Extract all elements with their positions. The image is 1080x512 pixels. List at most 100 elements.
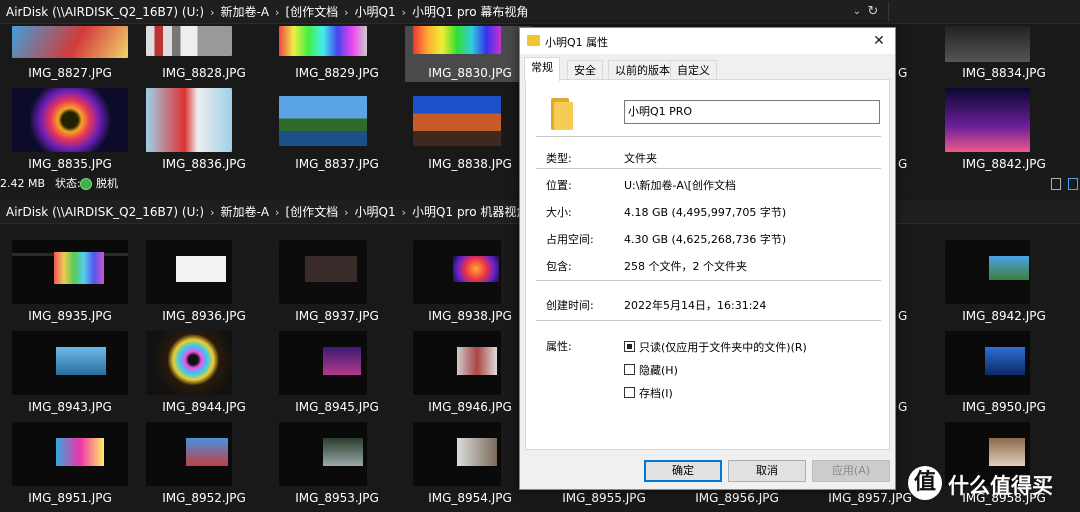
file-name[interactable]: IMG_8943.JPG bbox=[3, 400, 137, 414]
archive-checkbox[interactable] bbox=[624, 387, 635, 398]
file-name[interactable]: IMG_8842.JPG bbox=[937, 157, 1071, 171]
thumbnail[interactable] bbox=[945, 26, 1030, 62]
file-name[interactable]: IMG_8954.JPG bbox=[403, 491, 537, 505]
file-name[interactable]: IMG_8944.JPG bbox=[137, 400, 271, 414]
cancel-button[interactable]: 取消 bbox=[728, 460, 806, 482]
file-name[interactable]: IMG_8938.JPG bbox=[403, 309, 537, 323]
apply-button[interactable]: 应用(A) bbox=[812, 460, 890, 482]
thumbnail[interactable] bbox=[413, 422, 501, 486]
thumbnail[interactable] bbox=[945, 240, 1030, 304]
refresh-icon[interactable]: ↻ bbox=[862, 0, 884, 23]
thumbnail[interactable] bbox=[12, 88, 128, 152]
file-name[interactable]: IMG_8946.JPG bbox=[403, 400, 537, 414]
tab-previous-versions[interactable]: 以前的版本 bbox=[608, 60, 677, 80]
thumbnail[interactable] bbox=[279, 331, 367, 395]
dialog-title-bar[interactable]: 小明Q1 属性 ✕ bbox=[520, 28, 895, 54]
tab-customize[interactable]: 自定义 bbox=[670, 60, 717, 80]
file-name[interactable]: IMG_8953.JPG bbox=[270, 491, 404, 505]
thumbnail[interactable] bbox=[413, 331, 501, 395]
breadcrumb: AirDisk (\\AIRDISK_Q2_16B7) (U:) › 新加卷-A › [… bbox=[6, 0, 528, 23]
file-name[interactable]: IMG_8937.JPG bbox=[270, 309, 404, 323]
file-name-partial: G bbox=[898, 157, 908, 171]
thumbnail[interactable] bbox=[945, 88, 1030, 152]
thumbnail[interactable] bbox=[146, 422, 232, 486]
thumbnail[interactable] bbox=[12, 331, 128, 395]
breadcrumb-item-project[interactable]: 小明Q1 bbox=[355, 5, 396, 19]
file-name[interactable]: IMG_8828.JPG bbox=[137, 66, 271, 80]
breadcrumb-item-docs[interactable]: [创作文档 bbox=[285, 5, 338, 19]
tab-bar: 常规 安全 以前的版本 自定义 bbox=[520, 54, 895, 81]
folder-name-input[interactable]: 小明Q1 PRO bbox=[624, 100, 880, 124]
type-value: 文件夹 bbox=[624, 152, 657, 165]
thumbnail[interactable] bbox=[12, 422, 128, 486]
hidden-label[interactable]: 隐藏(H) bbox=[639, 362, 678, 378]
chevron-right-icon[interactable]: › bbox=[402, 1, 406, 23]
ok-button[interactable]: 确定 bbox=[644, 460, 722, 482]
watermark-text: 什么值得买 bbox=[948, 474, 1053, 498]
chevron-right-icon[interactable]: › bbox=[402, 201, 406, 223]
file-name[interactable]: IMG_8935.JPG bbox=[3, 309, 137, 323]
thumbnail[interactable] bbox=[12, 26, 128, 58]
smzdm-badge-icon: 值 bbox=[908, 466, 942, 500]
file-name[interactable]: IMG_8955.JPG bbox=[537, 491, 671, 505]
thumbnail[interactable] bbox=[279, 422, 367, 486]
chevron-right-icon[interactable]: › bbox=[344, 1, 348, 23]
archive-label[interactable]: 存档(I) bbox=[639, 385, 673, 401]
address-bar[interactable]: AirDisk (\\AIRDISK_Q2_16B7) (U:) › 新加卷-A › [… bbox=[0, 0, 1080, 24]
close-icon[interactable]: ✕ bbox=[869, 31, 889, 51]
tab-general[interactable]: 常规 bbox=[524, 57, 560, 81]
file-name[interactable]: IMG_8936.JPG bbox=[137, 309, 271, 323]
breadcrumb-item-current[interactable]: 小明Q1 pro 机器视角 bbox=[412, 205, 528, 219]
breadcrumb-item-drive[interactable]: AirDisk (\\AIRDISK_Q2_16B7) (U:) bbox=[6, 205, 204, 219]
thumbnail[interactable] bbox=[279, 96, 367, 146]
file-name[interactable]: IMG_8952.JPG bbox=[137, 491, 271, 505]
thumbnail[interactable] bbox=[413, 96, 501, 146]
thumbnail[interactable] bbox=[146, 240, 232, 304]
file-name[interactable]: IMG_8956.JPG bbox=[670, 491, 804, 505]
breadcrumb-item-volume[interactable]: 新加卷-A bbox=[221, 205, 270, 219]
chevron-right-icon[interactable]: › bbox=[210, 201, 214, 223]
thumbnail[interactable] bbox=[413, 26, 501, 54]
hidden-checkbox[interactable] bbox=[624, 364, 635, 375]
chevron-right-icon[interactable]: › bbox=[344, 201, 348, 223]
file-name[interactable]: IMG_8951.JPG bbox=[3, 491, 137, 505]
file-name[interactable]: IMG_8950.JPG bbox=[937, 400, 1071, 414]
breadcrumb-item-drive[interactable]: AirDisk (\\AIRDISK_Q2_16B7) (U:) bbox=[6, 5, 204, 19]
divider bbox=[536, 280, 881, 281]
breadcrumb-item-volume[interactable]: 新加卷-A bbox=[221, 5, 270, 19]
file-name[interactable]: IMG_8830.JPG bbox=[403, 66, 537, 80]
search-input[interactable] bbox=[888, 2, 1080, 22]
thumbnail[interactable] bbox=[146, 331, 232, 395]
file-name[interactable]: IMG_8838.JPG bbox=[403, 157, 537, 171]
thumbnail[interactable] bbox=[279, 26, 367, 56]
tab-security[interactable]: 安全 bbox=[567, 60, 603, 80]
location-label: 位置: bbox=[546, 179, 572, 192]
file-name[interactable]: IMG_8829.JPG bbox=[270, 66, 404, 80]
breadcrumb-item-current[interactable]: 小明Q1 pro 幕布视角 bbox=[412, 5, 528, 19]
file-name[interactable]: IMG_8834.JPG bbox=[937, 66, 1071, 80]
thumbnail[interactable] bbox=[12, 240, 128, 304]
chevron-right-icon[interactable]: › bbox=[275, 201, 279, 223]
thumbnail[interactable] bbox=[146, 88, 232, 152]
readonly-checkbox[interactable] bbox=[624, 341, 635, 352]
contains-label: 包含: bbox=[546, 260, 572, 273]
thumbnail[interactable] bbox=[146, 26, 232, 56]
chevron-right-icon[interactable]: › bbox=[210, 1, 214, 23]
thumbnail[interactable] bbox=[413, 240, 501, 304]
readonly-label[interactable]: 只读(仅应用于文件夹中的文件)(R) bbox=[639, 339, 807, 355]
file-name[interactable]: IMG_8942.JPG bbox=[937, 309, 1071, 323]
breadcrumb: AirDisk (\\AIRDISK_Q2_16B7) (U:) › 新加卷-A › [… bbox=[6, 200, 528, 223]
file-name[interactable]: IMG_8836.JPG bbox=[137, 157, 271, 171]
breadcrumb-item-project[interactable]: 小明Q1 bbox=[355, 205, 396, 219]
thumbnail[interactable] bbox=[279, 240, 367, 304]
chevron-right-icon[interactable]: › bbox=[275, 1, 279, 23]
status-label: 状态: bbox=[55, 177, 81, 190]
thumbnail[interactable] bbox=[945, 331, 1030, 395]
file-name[interactable]: IMG_8837.JPG bbox=[270, 157, 404, 171]
file-name[interactable]: IMG_8835.JPG bbox=[3, 157, 137, 171]
details-view-icon[interactable] bbox=[1051, 178, 1061, 190]
breadcrumb-item-docs[interactable]: [创作文档 bbox=[285, 205, 338, 219]
file-name[interactable]: IMG_8945.JPG bbox=[270, 400, 404, 414]
large-icons-view-icon[interactable] bbox=[1068, 178, 1078, 190]
file-name[interactable]: IMG_8827.JPG bbox=[3, 66, 137, 80]
